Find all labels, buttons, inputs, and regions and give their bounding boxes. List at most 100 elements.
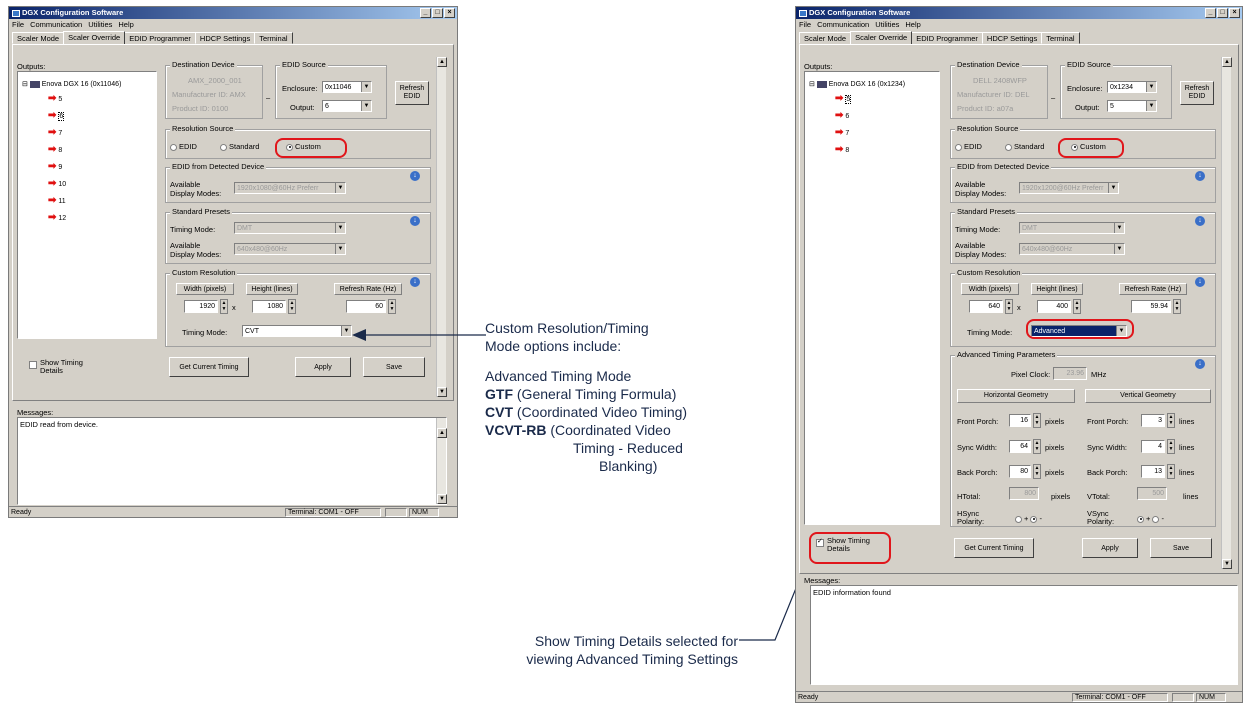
refresh-input[interactable]: 60 [346,300,386,313]
scroll-down-icon[interactable]: ▼ [1222,559,1232,569]
v-front-porch-stepper[interactable]: ▲ ▼ [1167,413,1175,428]
refresh-input[interactable]: 59.94 [1131,300,1171,313]
tree-output-7[interactable]: ➡ 7 [835,127,849,138]
info-icon[interactable]: ↓ [410,216,420,226]
tab-terminal[interactable]: Terminal [1041,32,1080,44]
tree-output-8[interactable]: ➡ 8 [835,144,849,155]
tab-scaler-mode[interactable]: Scaler Mode [12,32,65,44]
apply-button[interactable]: Apply [1082,538,1138,558]
height-stepper[interactable]: ▲ ▼ [288,299,296,314]
info-icon[interactable]: ↓ [1195,359,1205,369]
radio-edid[interactable]: EDID [170,142,197,151]
tab-scaler-override[interactable]: Scaler Override [850,31,913,44]
h-sync-width-stepper[interactable]: ▲ ▼ [1033,439,1041,454]
h-back-porch-input[interactable]: 80 [1009,465,1031,478]
menu-communication[interactable]: Communication [30,19,82,30]
h-front-porch-stepper[interactable]: ▲ ▼ [1033,413,1041,428]
v-sync-width-stepper[interactable]: ▲ ▼ [1167,439,1175,454]
v-front-porch-input[interactable]: 3 [1141,414,1165,427]
scroll-down-icon[interactable]: ▼ [437,387,447,397]
menu-help[interactable]: Help [118,19,133,30]
width-stepper[interactable]: ▲ ▼ [220,299,228,314]
panel-scrollbar[interactable]: ▲ ▼ [436,57,447,397]
tree-output-9[interactable]: ➡ 9 [48,161,62,172]
timing-mode-select[interactable]: CVT ▼ [242,325,352,337]
vsync-polarity-radios[interactable]: + - [1137,514,1164,523]
menu-utilities[interactable]: Utilities [88,19,112,30]
menu-file[interactable]: File [799,19,811,30]
tree-root[interactable]: ⊟ Enova DGX 16 (0x1234) [809,80,905,88]
show-timing-checkbox[interactable]: Show Timing Details [29,359,89,375]
output-select[interactable]: 5 ▼ [1107,100,1157,112]
refresh-stepper[interactable]: ▲ ▼ [388,299,396,314]
tree-output-6[interactable]: ➡ 6 [835,110,849,121]
tree-output-5[interactable]: ➡ 5 [48,93,62,104]
width-input[interactable]: 640 [969,300,1003,313]
v-back-porch-input[interactable]: 13 [1141,465,1165,478]
get-current-timing-button[interactable]: Get Current Timing [169,357,249,377]
minimize-icon[interactable]: _ [1205,8,1216,18]
enclosure-select[interactable]: 0x11046 ▼ [322,81,372,93]
radio-standard[interactable]: Standard [1005,142,1044,151]
messages-scrollbar[interactable]: ▲ ▼ [436,418,447,504]
scroll-down-icon[interactable]: ▼ [437,494,447,504]
tab-terminal[interactable]: Terminal [254,32,293,44]
save-button[interactable]: Save [363,357,425,377]
menu-file[interactable]: File [12,19,24,30]
tree-output-5[interactable]: ➡ 5 [835,93,852,104]
tab-edid-programmer[interactable]: EDID Programmer [911,32,983,44]
refresh-stepper[interactable]: ▲ ▼ [1173,299,1181,314]
outputs-tree[interactable]: ⊟ Enova DGX 16 (0x11046) ➡ 5 ➡ 6 ➡ 7 ➡ 8… [17,71,157,339]
v-back-porch-stepper[interactable]: ▲ ▼ [1167,464,1175,479]
tab-scaler-override[interactable]: Scaler Override [63,31,126,44]
width-stepper[interactable]: ▲ ▼ [1005,299,1013,314]
tree-output-10[interactable]: ➡ 10 [48,178,66,189]
v-sync-width-input[interactable]: 4 [1141,440,1165,453]
radio-standard[interactable]: Standard [220,142,259,151]
tree-output-12[interactable]: ➡ 12 [48,212,66,223]
refresh-edid-button[interactable]: Refresh EDID [1180,81,1214,105]
info-icon[interactable]: ↓ [1195,216,1205,226]
scroll-up-icon[interactable]: ▲ [1222,57,1232,67]
menu-help[interactable]: Help [905,19,920,30]
hsync-polarity-radios[interactable]: + - [1015,514,1042,523]
tree-output-7[interactable]: ➡ 7 [48,127,62,138]
height-input[interactable]: 1080 [252,300,286,313]
info-icon[interactable]: ↓ [410,277,420,287]
minimize-icon[interactable]: _ [420,8,431,18]
maximize-icon[interactable]: □ [1217,8,1228,18]
tab-edid-programmer[interactable]: EDID Programmer [124,32,196,44]
height-input[interactable]: 400 [1037,300,1071,313]
info-icon[interactable]: ↓ [1195,277,1205,287]
enclosure-select[interactable]: 0x1234 ▼ [1107,81,1157,93]
tab-hdcp-settings[interactable]: HDCP Settings [194,32,256,44]
scroll-up-icon[interactable]: ▲ [437,57,447,67]
info-icon[interactable]: ↓ [1195,171,1205,181]
height-stepper[interactable]: ▲ ▼ [1073,299,1081,314]
tab-scaler-mode[interactable]: Scaler Mode [799,32,852,44]
panel-scrollbar[interactable]: ▲ ▼ [1221,57,1232,569]
output-select[interactable]: 6 ▼ [322,100,372,112]
tree-root[interactable]: ⊟ Enova DGX 16 (0x11046) [22,80,121,88]
menu-communication[interactable]: Communication [817,19,869,30]
h-sync-width-input[interactable]: 64 [1009,440,1031,453]
tree-output-8[interactable]: ➡ 8 [48,144,62,155]
radio-edid[interactable]: EDID [955,142,982,151]
tree-output-11[interactable]: ➡ 11 [48,195,66,206]
menu-utilities[interactable]: Utilities [875,19,899,30]
maximize-icon[interactable]: □ [432,8,443,18]
close-icon[interactable]: × [1229,8,1240,18]
refresh-edid-button[interactable]: Refresh EDID [395,81,429,105]
width-input[interactable]: 1920 [184,300,218,313]
outputs-tree[interactable]: ⊟ Enova DGX 16 (0x1234) ➡ 5 ➡ 6 ➡ 7 ➡ 8 [804,71,940,525]
h-front-porch-input[interactable]: 16 [1009,414,1031,427]
info-icon[interactable]: ↓ [410,171,420,181]
get-current-timing-button[interactable]: Get Current Timing [954,538,1034,558]
h-back-porch-stepper[interactable]: ▲ ▼ [1033,464,1041,479]
tab-hdcp-settings[interactable]: HDCP Settings [981,32,1043,44]
tree-output-6[interactable]: ➡ 6 [48,110,65,121]
close-icon[interactable]: × [444,8,455,18]
save-button[interactable]: Save [1150,538,1212,558]
scroll-up-icon[interactable]: ▲ [437,428,447,438]
apply-button[interactable]: Apply [295,357,351,377]
